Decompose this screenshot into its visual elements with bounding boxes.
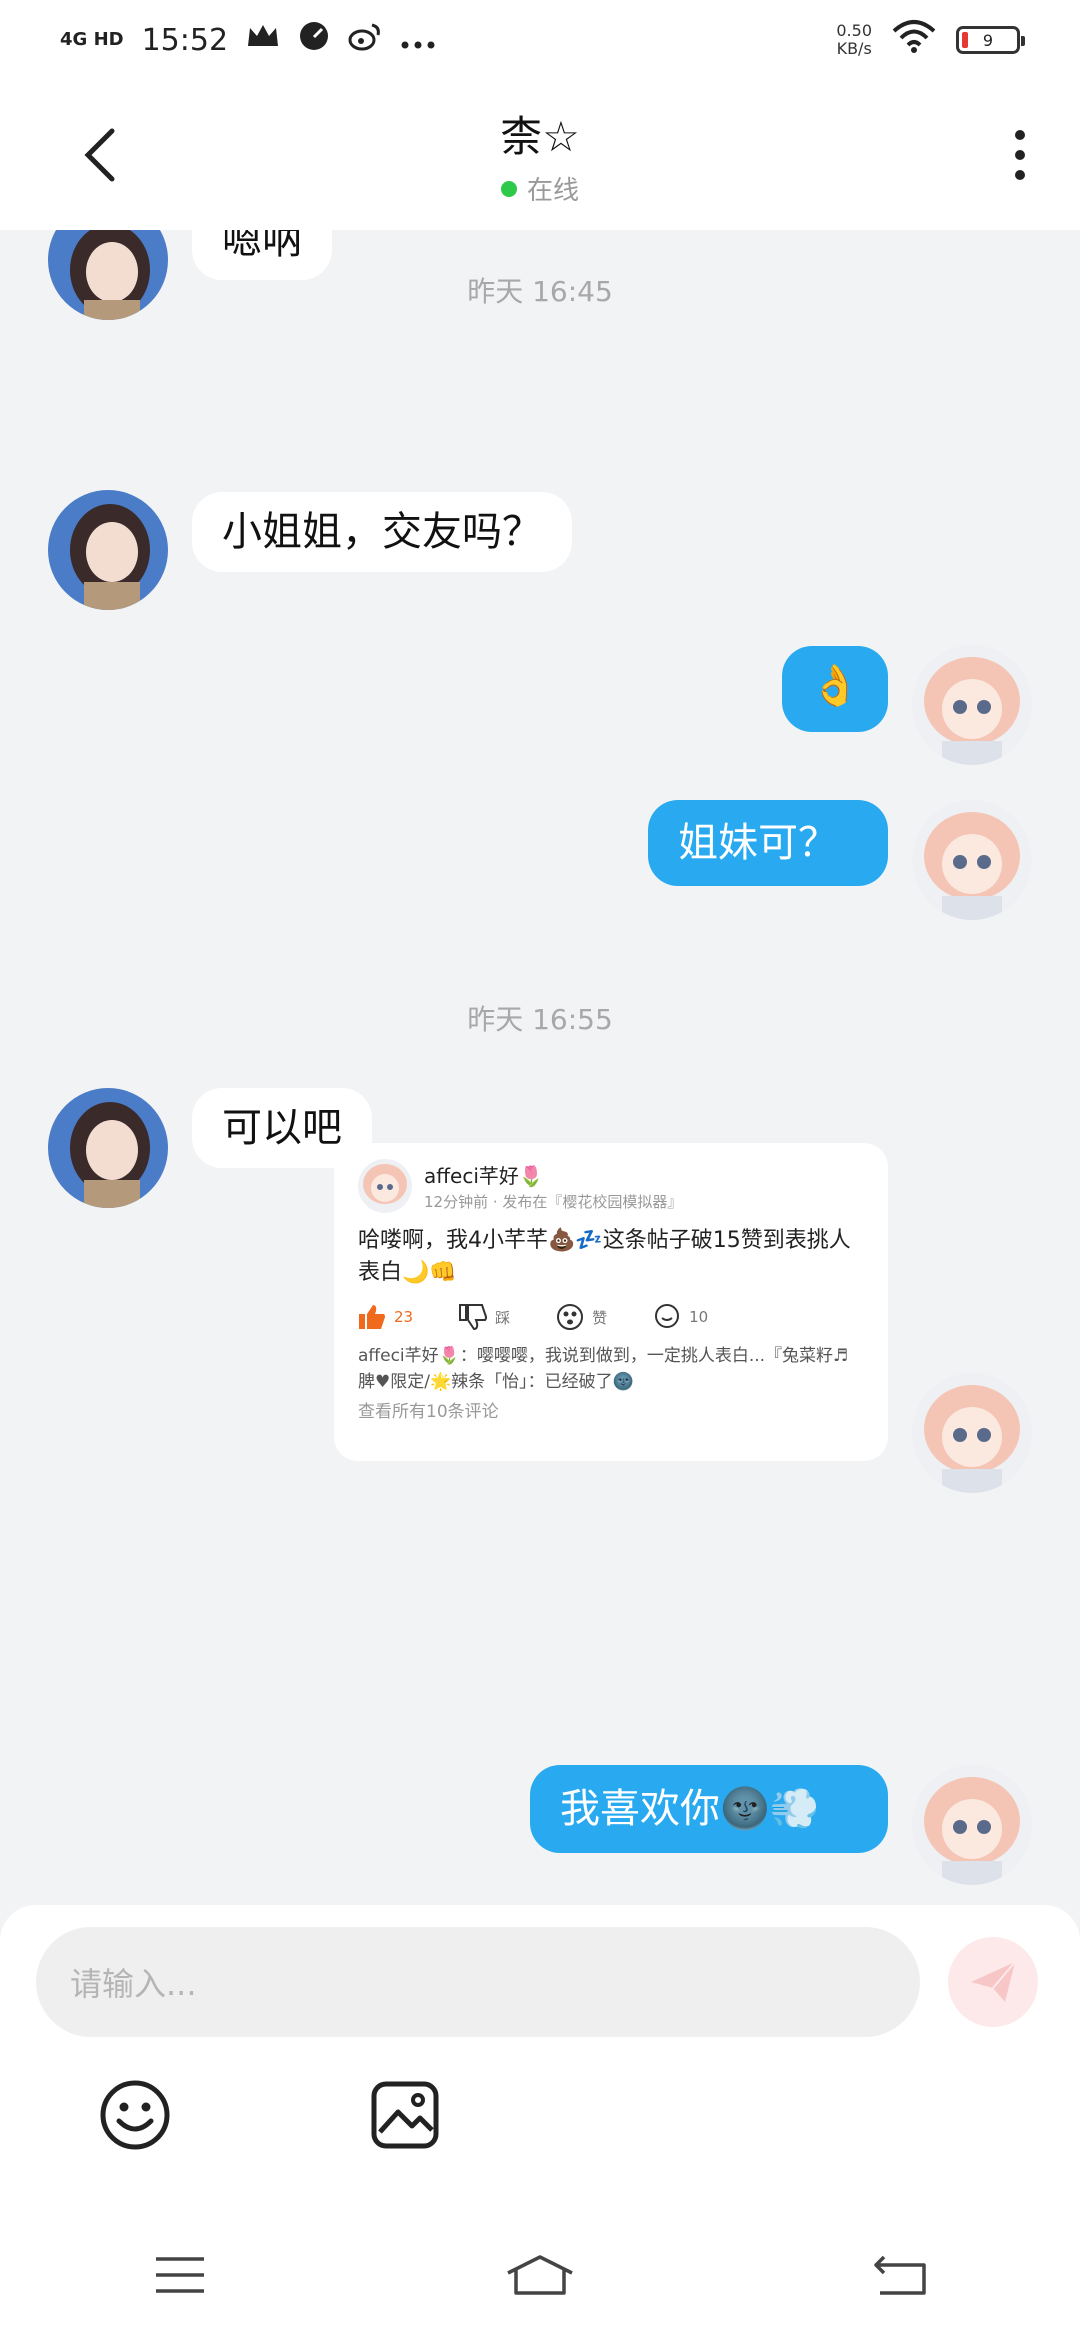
more-options-button[interactable] bbox=[990, 120, 1050, 190]
speedometer-icon bbox=[298, 20, 330, 60]
send-button[interactable] bbox=[948, 1937, 1038, 2027]
thumbs-up-icon bbox=[359, 1305, 385, 1329]
avatar[interactable] bbox=[48, 490, 168, 610]
like-button[interactable]: 23 bbox=[358, 1304, 413, 1330]
message-input[interactable]: 请输入... bbox=[36, 1927, 920, 2037]
message-bubble-outgoing[interactable]: 姐妹可？ bbox=[648, 800, 888, 886]
online-dot-icon bbox=[500, 180, 517, 197]
image-icon bbox=[371, 2081, 439, 2149]
battery-icon: 9 bbox=[956, 26, 1025, 54]
more-vertical-icon bbox=[1015, 130, 1025, 180]
status-time: 15:52 bbox=[141, 22, 229, 58]
shared-post-card[interactable]: affeci芊好🌷 12分钟前 · 发布在『樱花校园模拟器』 哈喽啊，我4小芊芊… bbox=[334, 1143, 888, 1461]
chevron-left-icon bbox=[84, 128, 115, 182]
menu-icon bbox=[156, 2257, 204, 2293]
message-bubble-outgoing[interactable]: 我喜欢你🌚💨 bbox=[530, 1765, 888, 1853]
status-bar: 4G HD 15:52 0.50 KB/s 9 bbox=[0, 0, 1080, 80]
return-icon bbox=[874, 2255, 926, 2295]
chat-header: 柰☆ 在线 bbox=[0, 80, 1080, 230]
avatar[interactable] bbox=[48, 1088, 168, 1208]
system-nav-bar bbox=[0, 2210, 1080, 2340]
home-icon bbox=[507, 2255, 573, 2295]
comment-button[interactable]: 10 bbox=[653, 1303, 708, 1331]
message-bubble-incoming[interactable]: 小姐姐，交友吗？ bbox=[192, 492, 572, 572]
online-status: 在线 bbox=[500, 170, 580, 207]
post-text: 哈喽啊，我4小芊芊💩💤这条帖子破15赞到表挑人表白🌙👊 bbox=[358, 1228, 851, 1285]
network-speed: 0.50 KB/s bbox=[836, 21, 872, 58]
post-meta: 12分钟前 · 发布在『樱花校园模拟器』 bbox=[424, 1193, 683, 1211]
back-nav-button[interactable] bbox=[860, 2245, 940, 2305]
home-button[interactable] bbox=[500, 2245, 580, 2305]
avatar[interactable] bbox=[912, 645, 1032, 765]
view-all-comments-link[interactable]: 查看所有10条评论 bbox=[358, 1397, 864, 1422]
image-button[interactable] bbox=[365, 2075, 445, 2155]
comment-icon bbox=[655, 1304, 680, 1328]
message-timestamp: 昨天 16:45 bbox=[467, 275, 613, 308]
face-icon bbox=[557, 1304, 584, 1330]
more-notifications-icon bbox=[400, 23, 436, 58]
message-bubble-outgoing[interactable]: 👌 bbox=[782, 646, 888, 732]
avatar[interactable] bbox=[912, 1373, 1032, 1493]
post-author-avatar bbox=[358, 1159, 412, 1213]
recent-apps-button[interactable] bbox=[140, 2245, 220, 2305]
chat-message-list[interactable]: 嗯呐 昨天 16:45 小姐姐，交友吗？ 👌 姐妹可？ 昨天 16:55 可以吧… bbox=[0, 230, 1080, 1910]
crown-icon bbox=[246, 22, 280, 58]
wifi-icon bbox=[892, 19, 936, 61]
send-icon bbox=[971, 1961, 1016, 2002]
reaction-button[interactable]: 赞 bbox=[556, 1303, 607, 1331]
avatar[interactable] bbox=[912, 1765, 1032, 1885]
post-top-comment: affeci芊好🌷：嘤嘤嘤，我说到做到，一定挑人表白...『兔菜籽♬脾♥限定/🌟… bbox=[358, 1346, 849, 1392]
emoji-button[interactable] bbox=[95, 2075, 175, 2155]
network-indicator: 4G HD bbox=[60, 29, 124, 50]
contact-name: 柰☆ bbox=[500, 112, 580, 161]
post-author-name: affeci芊好🌷 bbox=[424, 1164, 544, 1188]
avatar[interactable] bbox=[912, 800, 1032, 920]
smiley-icon bbox=[100, 2080, 170, 2150]
thumbs-down-icon bbox=[459, 1304, 488, 1330]
weibo-icon bbox=[348, 21, 382, 59]
back-button[interactable] bbox=[70, 125, 130, 185]
message-timestamp: 昨天 16:55 bbox=[467, 1003, 613, 1036]
dislike-button[interactable]: 踩 bbox=[459, 1304, 510, 1330]
